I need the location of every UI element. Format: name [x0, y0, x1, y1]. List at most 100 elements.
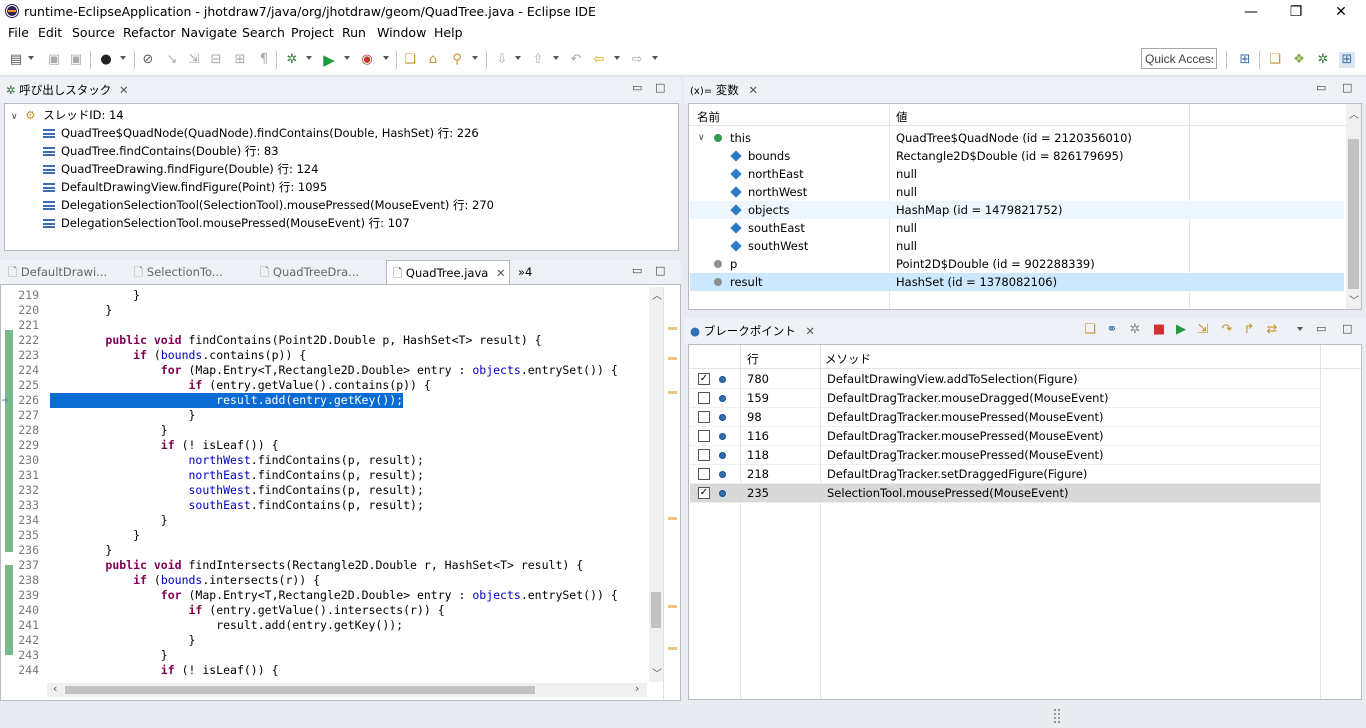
- run-icon[interactable]: ▶: [321, 52, 337, 68]
- editor-tab-active[interactable]: 🗋 QuadTree.java ✕: [386, 260, 510, 284]
- open-perspective-icon[interactable]: ⊞: [1237, 52, 1253, 68]
- menu-source[interactable]: Source: [72, 25, 115, 40]
- back-dropdown-icon[interactable]: [614, 56, 620, 60]
- close-icon[interactable]: ✕: [748, 83, 758, 97]
- editor-tab[interactable]: 🗋 QuadTreeDra...: [260, 260, 384, 284]
- forward-dropdown-icon[interactable]: [652, 56, 658, 60]
- menu-navigate[interactable]: Navigate: [181, 25, 237, 40]
- stack-frame[interactable]: QuadTree$QuadNode(QuadNode).findContains…: [43, 124, 479, 142]
- open-task-icon[interactable]: ⌂: [425, 52, 441, 68]
- chevron-down-icon[interactable]: ﹀: [652, 665, 662, 680]
- open-type-icon[interactable]: ❏: [402, 52, 418, 68]
- code-line[interactable]: 220 }: [1, 303, 649, 318]
- skip-breakpoints-icon[interactable]: ⊘: [140, 52, 156, 68]
- breakpoint-enabled-checkbox[interactable]: [698, 411, 710, 423]
- breakpoint-enabled-checkbox[interactable]: [698, 468, 710, 480]
- java-browsing-perspective-icon[interactable]: ❖: [1291, 52, 1307, 68]
- save-all-icon[interactable]: ▣: [68, 52, 84, 68]
- code-line[interactable]: 225 if (entry.getValue().contains(p)) {: [1, 378, 649, 393]
- variable-row[interactable]: result HashSet (id = 1378082106): [690, 273, 1344, 291]
- chevron-down-icon[interactable]: ∨: [11, 112, 18, 122]
- variable-row[interactable]: southWest null: [690, 237, 1344, 255]
- code-line[interactable]: 228 }: [1, 423, 649, 438]
- tab-breakpoints[interactable]: ● ブレークポイント ✕: [690, 323, 815, 339]
- chevron-right-icon[interactable]: ›: [635, 682, 639, 695]
- chevron-left-icon[interactable]: ‹: [53, 682, 57, 695]
- search-icon[interactable]: ⚲: [449, 52, 465, 68]
- close-button[interactable]: ✕: [1318, 2, 1364, 22]
- stack-frame[interactable]: QuadTree.findContains(Double) 行: 83: [43, 142, 279, 160]
- breakpoint-row[interactable]: 118 DefaultDragTracker.mousePressed(Mouse…: [690, 446, 1320, 465]
- status-handle[interactable]: [1054, 709, 1060, 723]
- variables-vscrollbar[interactable]: ︿ ﹀: [1346, 104, 1361, 309]
- menu-run[interactable]: Run: [342, 25, 366, 40]
- code-line[interactable]: 226 result.add(entry.getKey()); ⇨: [1, 393, 649, 408]
- minimize-button[interactable]: —: [1228, 2, 1274, 22]
- terminate-icon[interactable]: ⊟: [208, 52, 224, 68]
- breakpoint-enabled-checkbox[interactable]: [698, 392, 710, 404]
- overview-ruler[interactable]: [663, 287, 679, 699]
- variable-row[interactable]: ∨ this QuadTree$QuadNode (id = 2120356010): [690, 129, 1344, 147]
- scroll-thumb[interactable]: [65, 686, 535, 694]
- code-line[interactable]: 236 }: [1, 543, 649, 558]
- code-line[interactable]: 221: [1, 318, 649, 333]
- variable-row[interactable]: southEast null: [690, 219, 1344, 237]
- close-icon[interactable]: ✕: [805, 324, 815, 338]
- step-into-icon[interactable]: ⇲: [1195, 322, 1211, 338]
- breakpoint-row[interactable]: 218 DefaultDragTracker.setDraggedFigure(F…: [690, 465, 1320, 484]
- code-line[interactable]: 227 }: [1, 408, 649, 423]
- code-line[interactable]: 229 if (! isLeaf()) {: [1, 438, 649, 453]
- code-line[interactable]: 235 }: [1, 528, 649, 543]
- editor-hscrollbar[interactable]: ‹ ›: [47, 682, 647, 697]
- terminate-icon[interactable]: ■: [1151, 322, 1167, 338]
- step-return-icon[interactable]: ↱: [1241, 322, 1257, 338]
- maximize-icon[interactable]: □: [655, 264, 665, 277]
- resume-icon[interactable]: ↘: [164, 52, 180, 68]
- resource-perspective-icon[interactable]: ⊞: [1339, 52, 1355, 68]
- minimize-icon[interactable]: ▭: [1316, 81, 1326, 94]
- minimize-icon[interactable]: ▭: [632, 81, 642, 94]
- code-line[interactable]: 244 if (! isLeaf()) {: [1, 663, 649, 678]
- resume-icon[interactable]: ▶: [1173, 322, 1189, 338]
- debug-perspective-icon[interactable]: ✲: [1315, 52, 1331, 68]
- menu-project[interactable]: Project: [291, 25, 334, 40]
- code-line[interactable]: 224 for (Map.Entry<T,Rectangle2D.Double>…: [1, 363, 649, 378]
- maximize-icon[interactable]: □: [655, 81, 665, 94]
- editor-tab[interactable]: 🗋 SelectionTo...: [134, 260, 256, 284]
- save-icon[interactable]: ▣: [46, 52, 62, 68]
- menu-search[interactable]: Search: [242, 25, 285, 40]
- breakpoint-row[interactable]: 159 DefaultDragTracker.mouseDragged(Mouse…: [690, 389, 1320, 408]
- breakpoint-enabled-checkbox[interactable]: ✓: [698, 487, 710, 499]
- breakpoint-enabled-checkbox[interactable]: [698, 430, 710, 442]
- minimize-icon[interactable]: ▭: [632, 264, 642, 277]
- code-line[interactable]: 219 }: [1, 288, 649, 303]
- disconnect-icon[interactable]: ⊞: [232, 52, 248, 68]
- code-line[interactable]: 242 }: [1, 633, 649, 648]
- view-menu-icon[interactable]: [1297, 327, 1303, 331]
- open-folder-icon[interactable]: ❏: [1082, 322, 1098, 338]
- menu-help[interactable]: Help: [434, 25, 463, 40]
- menu-window[interactable]: Window: [377, 25, 426, 40]
- code-line[interactable]: 232 southWest.findContains(p, result);: [1, 483, 649, 498]
- code-line[interactable]: 243 }: [1, 648, 649, 663]
- code-line[interactable]: 233 southEast.findContains(p, result);: [1, 498, 649, 513]
- restore-button[interactable]: ❐: [1273, 2, 1319, 22]
- variable-row[interactable]: bounds Rectangle2D$Double (id = 826179695…: [690, 147, 1344, 165]
- code-line[interactable]: 241 result.add(entry.getKey());: [1, 618, 649, 633]
- tab-overflow[interactable]: »4: [518, 260, 532, 284]
- stack-frame[interactable]: DelegationSelectionTool(SelectionTool).m…: [43, 196, 494, 214]
- code-area[interactable]: 219 } 220 } 221 222 public void findContain…: [1, 288, 651, 680]
- breakpoint-row[interactable]: ✓ 780 DefaultDrawingView.addToSelection(Fi…: [690, 370, 1320, 389]
- back-icon[interactable]: ⇦: [591, 52, 607, 68]
- debug-dropdown-icon[interactable]: [306, 56, 312, 60]
- coverage-dropdown-icon[interactable]: [383, 56, 389, 60]
- search-dropdown-icon[interactable]: [472, 56, 478, 60]
- code-line[interactable]: 239 for (Map.Entry<T,Rectangle2D.Double>…: [1, 588, 649, 603]
- code-line[interactable]: 231 northEast.findContains(p, result);: [1, 468, 649, 483]
- variable-row[interactable]: objects HashMap (id = 1479821752): [690, 201, 1344, 219]
- breakpoint-row[interactable]: ✓ 235 SelectionTool.mousePressed(MouseEven…: [690, 484, 1320, 503]
- column-header-line[interactable]: 行: [747, 351, 759, 367]
- editor-vscrollbar[interactable]: ︿ ﹀: [649, 287, 663, 682]
- profile-dropdown-icon[interactable]: [120, 56, 126, 60]
- code-line[interactable]: 230 northWest.findContains(p, result);: [1, 453, 649, 468]
